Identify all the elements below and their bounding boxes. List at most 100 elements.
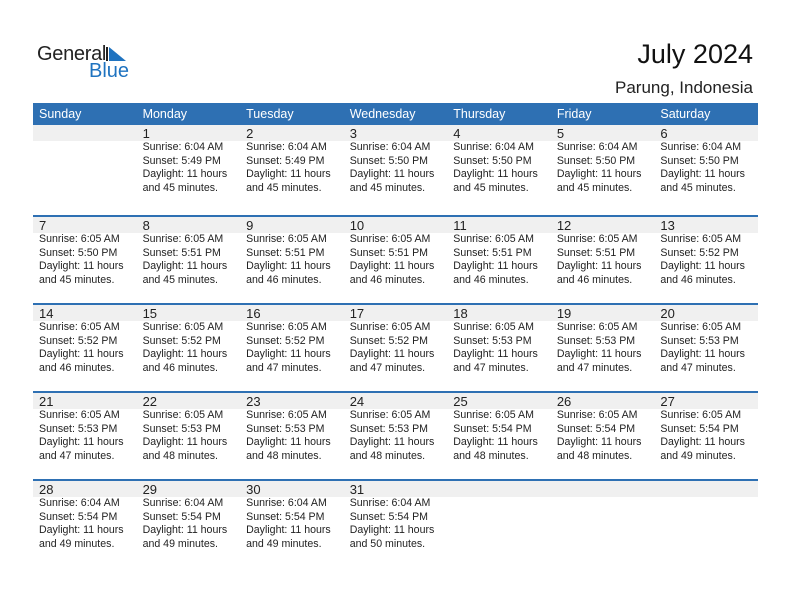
day-number-row: 7 8 9 10 11 12 13 — [33, 217, 758, 233]
day-daylight-text: Daylight: 11 hours — [660, 348, 745, 360]
day-minutes-text: and 46 minutes. — [453, 273, 529, 286]
logo-flag-icon — [106, 47, 126, 61]
day-minutes-text: and 49 minutes. — [142, 537, 218, 550]
day-minutes-text: and 46 minutes. — [246, 273, 322, 286]
day-daylight-text: Daylight: 11 hours — [142, 436, 228, 448]
day-daylight-text: Daylight: 11 hours — [142, 524, 228, 536]
day-minutes-text: and 45 minutes. — [39, 273, 115, 286]
day-sunset-text: Sunset: 5:50 PM — [556, 154, 636, 167]
day-sunset-text: Sunset: 5:51 PM — [349, 246, 429, 259]
day-sunrise-text: Sunrise: 6:05 AM — [556, 409, 638, 421]
day-cell: Sunrise: 6:05 AM Sunset: 5:53 PM Daylight:… — [344, 409, 448, 463]
day-sunrise-text: Sunrise: 6:04 AM — [142, 141, 224, 153]
day-cell: Sunrise: 6:04 AM Sunset: 5:49 PM Daylight:… — [240, 141, 344, 195]
day-daylight-text: Daylight: 11 hours — [556, 436, 642, 448]
day-minutes-text: and 50 minutes. — [349, 537, 426, 550]
day-sunset-text: Sunset: 5:53 PM — [246, 422, 325, 435]
day-cell: Sunrise: 6:05 AM Sunset: 5:51 PM Daylight:… — [447, 233, 551, 287]
day-cell: Sunrise: 6:05 AM Sunset: 5:53 PM Daylight:… — [654, 321, 758, 375]
day-sunset-text: Sunset: 5:51 PM — [453, 246, 532, 259]
day-sunset-text: Sunset: 5:52 PM — [142, 334, 221, 347]
day-number: 29 — [142, 482, 158, 497]
day-minutes-text: and 45 minutes. — [453, 181, 529, 194]
weekday-header-tuesday: Tuesday — [246, 107, 294, 121]
day-cell: Sunrise: 6:05 AM Sunset: 5:51 PM Daylight:… — [344, 233, 448, 287]
day-number: 23 — [246, 394, 261, 409]
day-minutes-text: and 45 minutes. — [142, 273, 218, 286]
day-sunrise-text: Sunrise: 6:04 AM — [349, 141, 431, 153]
day-cell: Sunrise: 6:05 AM Sunset: 5:53 PM Daylight:… — [137, 409, 241, 463]
day-info-row: Sunrise: 6:05 AM Sunset: 5:53 PM Daylight:… — [33, 409, 758, 463]
day-sunrise-text: Sunrise: 6:05 AM — [660, 409, 742, 421]
day-sunset-text: Sunset: 5:54 PM — [39, 510, 118, 523]
day-sunrise-text: Sunrise: 6:05 AM — [246, 409, 327, 421]
weekday-header-sunday: Sunday — [39, 107, 82, 121]
weekday-header-saturday: Saturday — [660, 107, 711, 121]
day-cell: Sunrise: 6:05 AM Sunset: 5:53 PM Daylight:… — [447, 321, 551, 375]
day-number: 4 — [453, 126, 461, 141]
day-sunset-text: Sunset: 5:51 PM — [556, 246, 636, 259]
day-number — [33, 125, 137, 141]
day-cell: Sunrise: 6:05 AM Sunset: 5:54 PM Daylight:… — [654, 409, 758, 463]
day-minutes-text: and 45 minutes. — [246, 181, 322, 194]
day-sunset-text: Sunset: 5:49 PM — [142, 154, 221, 167]
day-minutes-text: and 46 minutes. — [39, 361, 115, 374]
day-daylight-text: Daylight: 11 hours — [246, 348, 331, 360]
day-sunrise-text: Sunrise: 6:05 AM — [660, 233, 742, 245]
day-sunrise-text: Sunrise: 6:05 AM — [39, 321, 120, 333]
day-cell: Sunrise: 6:04 AM Sunset: 5:54 PM Daylight:… — [240, 497, 344, 551]
day-minutes-text: and 49 minutes. — [39, 537, 115, 550]
day-info-row: Sunrise: 6:04 AM Sunset: 5:49 PM Daylight:… — [33, 141, 758, 195]
day-minutes-text: and 47 minutes. — [349, 361, 426, 374]
day-cell: Sunrise: 6:04 AM Sunset: 5:54 PM Daylight:… — [33, 497, 137, 551]
day-daylight-text: Daylight: 11 hours — [556, 348, 642, 360]
day-cell: Sunrise: 6:04 AM Sunset: 5:54 PM Daylight:… — [344, 497, 448, 551]
day-daylight-text: Daylight: 11 hours — [453, 168, 538, 180]
day-cell: Sunrise: 6:05 AM Sunset: 5:53 PM Daylight:… — [240, 409, 344, 463]
day-sunrise-text: Sunrise: 6:05 AM — [349, 321, 431, 333]
day-sunrise-text: Sunrise: 6:05 AM — [39, 409, 120, 421]
day-daylight-text: Daylight: 11 hours — [660, 436, 745, 448]
day-minutes-text: and 47 minutes. — [453, 361, 529, 374]
day-number: 17 — [349, 306, 365, 321]
day-number: 9 — [246, 218, 254, 233]
day-sunrise-text: Sunrise: 6:05 AM — [453, 409, 534, 421]
day-daylight-text: Daylight: 11 hours — [39, 348, 124, 360]
calendar-title: July 2024 — [637, 39, 753, 69]
day-minutes-text: and 45 minutes. — [349, 181, 426, 194]
day-number: 10 — [349, 218, 365, 233]
day-cell: Sunrise: 6:05 AM Sunset: 5:51 PM Daylight:… — [551, 233, 655, 287]
day-number: 30 — [246, 482, 261, 497]
day-number-row: 21 22 23 24 25 26 27 — [33, 393, 758, 409]
weekday-header-friday: Friday — [556, 107, 592, 121]
day-minutes-text: and 46 minutes. — [349, 273, 426, 286]
day-sunset-text: Sunset: 5:53 PM — [142, 422, 221, 435]
day-number — [551, 481, 655, 497]
day-daylight-text: Daylight: 11 hours — [39, 524, 124, 536]
day-daylight-text: Daylight: 11 hours — [246, 260, 331, 272]
day-daylight-text: Daylight: 11 hours — [39, 260, 124, 272]
day-daylight-text: Daylight: 11 hours — [453, 348, 538, 360]
day-minutes-text: and 45 minutes. — [556, 181, 633, 194]
day-daylight-text: Daylight: 11 hours — [349, 168, 435, 180]
day-minutes-text: and 48 minutes. — [142, 449, 218, 462]
day-minutes-text: and 48 minutes. — [556, 449, 633, 462]
day-daylight-text: Daylight: 11 hours — [142, 348, 228, 360]
day-cell: Sunrise: 6:05 AM Sunset: 5:50 PM Daylight:… — [33, 233, 137, 287]
day-number: 8 — [142, 218, 150, 233]
day-sunset-text: Sunset: 5:52 PM — [349, 334, 429, 347]
day-sunrise-text: Sunrise: 6:05 AM — [556, 321, 638, 333]
day-number-row: 1 2 3 4 5 6 — [33, 125, 758, 141]
day-minutes-text: and 45 minutes. — [142, 181, 218, 194]
day-minutes-text: and 48 minutes. — [246, 449, 322, 462]
day-sunset-text: Sunset: 5:52 PM — [39, 334, 118, 347]
day-cell: Sunrise: 6:04 AM Sunset: 5:50 PM Daylight:… — [551, 141, 655, 195]
day-sunrise-text: Sunrise: 6:04 AM — [142, 497, 224, 509]
day-cell: Sunrise: 6:05 AM Sunset: 5:51 PM Daylight:… — [137, 233, 241, 287]
day-sunset-text: Sunset: 5:49 PM — [246, 154, 325, 167]
day-cell — [447, 497, 551, 551]
day-info-row: Sunrise: 6:04 AM Sunset: 5:54 PM Daylight:… — [33, 497, 758, 551]
week-row: 1 2 3 4 5 6 Sunrise: 6:04 AM Sunset: 5:49 PM Day… — [33, 125, 758, 215]
day-sunrise-text: Sunrise: 6:04 AM — [556, 141, 638, 153]
day-number: 15 — [142, 306, 158, 321]
